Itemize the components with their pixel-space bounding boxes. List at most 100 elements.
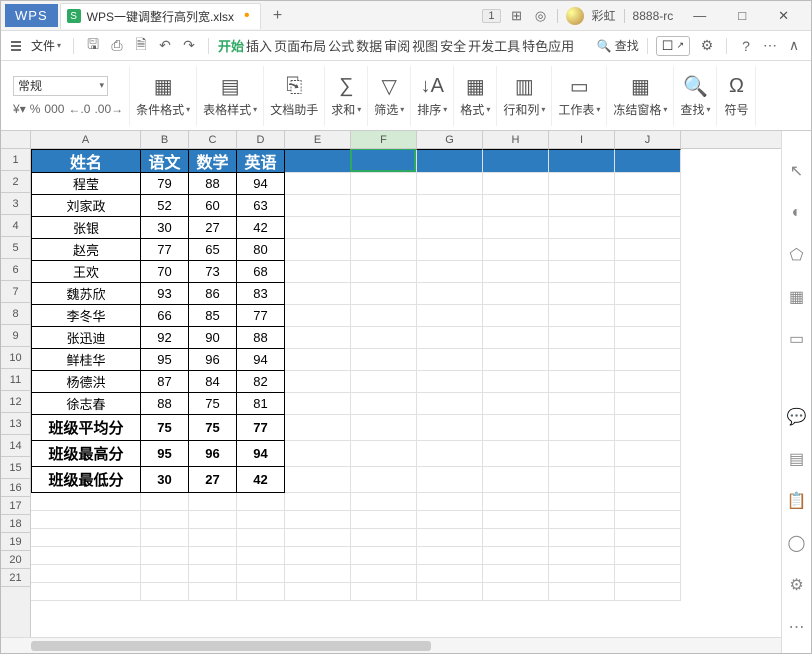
cell[interactable] bbox=[483, 349, 549, 371]
close-button[interactable]: ✕ bbox=[766, 8, 801, 24]
col-header-B[interactable]: B bbox=[141, 131, 189, 148]
cell[interactable]: 96 bbox=[189, 441, 237, 467]
cell[interactable]: 魏苏欣 bbox=[31, 283, 141, 305]
cell[interactable]: 84 bbox=[189, 371, 237, 393]
cell[interactable] bbox=[285, 327, 351, 349]
cell[interactable] bbox=[417, 239, 483, 261]
cell[interactable] bbox=[483, 283, 549, 305]
cells-grid[interactable]: 姓名语文数学英语程莹798894刘家政526063张银302742赵亮77658… bbox=[31, 149, 781, 637]
cell[interactable] bbox=[549, 239, 615, 261]
cell[interactable] bbox=[351, 349, 417, 371]
cell[interactable]: 96 bbox=[189, 349, 237, 371]
cell[interactable]: 班级最低分 bbox=[31, 467, 141, 493]
cell[interactable] bbox=[141, 565, 189, 583]
menu-tab-8[interactable]: 开发工具 bbox=[467, 34, 521, 57]
cell[interactable] bbox=[285, 305, 351, 327]
symbol-button[interactable]: Ω符号 bbox=[723, 73, 749, 118]
cell[interactable] bbox=[615, 441, 681, 467]
cell[interactable]: 77 bbox=[237, 415, 285, 441]
cell[interactable]: 82 bbox=[237, 371, 285, 393]
cell[interactable] bbox=[549, 217, 615, 239]
row-header-2[interactable]: 2 bbox=[1, 171, 30, 193]
col-header-C[interactable]: C bbox=[189, 131, 237, 148]
cell[interactable] bbox=[417, 195, 483, 217]
cell[interactable] bbox=[483, 493, 549, 511]
cell[interactable] bbox=[417, 173, 483, 195]
cell[interactable] bbox=[615, 393, 681, 415]
cell[interactable] bbox=[351, 393, 417, 415]
row-header-18[interactable]: 18 bbox=[1, 515, 30, 533]
cell[interactable] bbox=[31, 583, 141, 601]
cell[interactable] bbox=[483, 217, 549, 239]
cell[interactable] bbox=[417, 327, 483, 349]
cell[interactable]: 数学 bbox=[189, 149, 237, 173]
cell[interactable] bbox=[615, 415, 681, 441]
row-header-4[interactable]: 4 bbox=[1, 215, 30, 237]
cell[interactable] bbox=[615, 583, 681, 601]
cell[interactable] bbox=[351, 305, 417, 327]
shape-icon[interactable]: ⬠ bbox=[787, 245, 807, 265]
cell[interactable] bbox=[417, 583, 483, 601]
cell[interactable] bbox=[237, 511, 285, 529]
cell[interactable] bbox=[483, 173, 549, 195]
cell[interactable] bbox=[285, 529, 351, 547]
filter-button[interactable]: ▽筛选▾ bbox=[374, 73, 404, 118]
cell[interactable] bbox=[351, 261, 417, 283]
cell[interactable] bbox=[483, 547, 549, 565]
cell[interactable]: 94 bbox=[237, 441, 285, 467]
cell[interactable] bbox=[141, 493, 189, 511]
cell[interactable] bbox=[483, 195, 549, 217]
menu-tab-1[interactable]: 插入 bbox=[245, 34, 273, 57]
col-header-J[interactable]: J bbox=[615, 131, 681, 148]
cell[interactable] bbox=[237, 529, 285, 547]
number-format-select[interactable]: 常规 bbox=[13, 76, 108, 96]
cell[interactable]: 75 bbox=[141, 415, 189, 441]
cell[interactable] bbox=[417, 217, 483, 239]
row-header-16[interactable]: 16 bbox=[1, 479, 30, 497]
gear-icon[interactable]: ⚙ bbox=[787, 575, 807, 595]
cell[interactable] bbox=[351, 217, 417, 239]
cell[interactable] bbox=[417, 283, 483, 305]
cell[interactable]: 81 bbox=[237, 393, 285, 415]
cell[interactable] bbox=[549, 327, 615, 349]
row-header-3[interactable]: 3 bbox=[1, 193, 30, 215]
cell[interactable]: 30 bbox=[141, 467, 189, 493]
rowcol-button[interactable]: ▥行和列▾ bbox=[503, 73, 545, 118]
cell[interactable] bbox=[615, 493, 681, 511]
cell[interactable]: 85 bbox=[189, 305, 237, 327]
cell[interactable] bbox=[237, 493, 285, 511]
preview-icon[interactable]: 🗎 bbox=[130, 34, 152, 58]
cell[interactable]: 班级最高分 bbox=[31, 441, 141, 467]
cell[interactable] bbox=[615, 239, 681, 261]
menu-tab-2[interactable]: 页面布局 bbox=[273, 34, 327, 57]
cell[interactable] bbox=[483, 393, 549, 415]
cell[interactable] bbox=[189, 511, 237, 529]
more-icon[interactable]: ⋯ bbox=[787, 617, 807, 637]
cell[interactable] bbox=[615, 547, 681, 565]
notification-badge[interactable]: 1 bbox=[482, 9, 500, 23]
cell[interactable] bbox=[615, 467, 681, 493]
cell[interactable] bbox=[285, 195, 351, 217]
comment-icon[interactable]: 💬 bbox=[787, 407, 807, 427]
select-tool-icon[interactable]: ↖ bbox=[787, 161, 807, 181]
cell[interactable] bbox=[31, 547, 141, 565]
col-header-H[interactable]: H bbox=[483, 131, 549, 148]
cell[interactable] bbox=[483, 583, 549, 601]
cell[interactable] bbox=[549, 565, 615, 583]
cell[interactable] bbox=[483, 327, 549, 349]
row-header-14[interactable]: 14 bbox=[1, 435, 30, 457]
cell[interactable] bbox=[237, 565, 285, 583]
cell[interactable]: 刘家政 bbox=[31, 195, 141, 217]
cell[interactable] bbox=[549, 529, 615, 547]
cell[interactable] bbox=[483, 415, 549, 441]
cell[interactable] bbox=[615, 349, 681, 371]
cell[interactable]: 张迅迪 bbox=[31, 327, 141, 349]
cell[interactable] bbox=[351, 239, 417, 261]
cell[interactable] bbox=[615, 195, 681, 217]
cell[interactable]: 95 bbox=[141, 441, 189, 467]
cell[interactable] bbox=[417, 547, 483, 565]
row-header-9[interactable]: 9 bbox=[1, 325, 30, 347]
calendar-icon[interactable]: ⊞ bbox=[509, 8, 525, 24]
cell[interactable] bbox=[483, 565, 549, 583]
cell[interactable] bbox=[417, 305, 483, 327]
